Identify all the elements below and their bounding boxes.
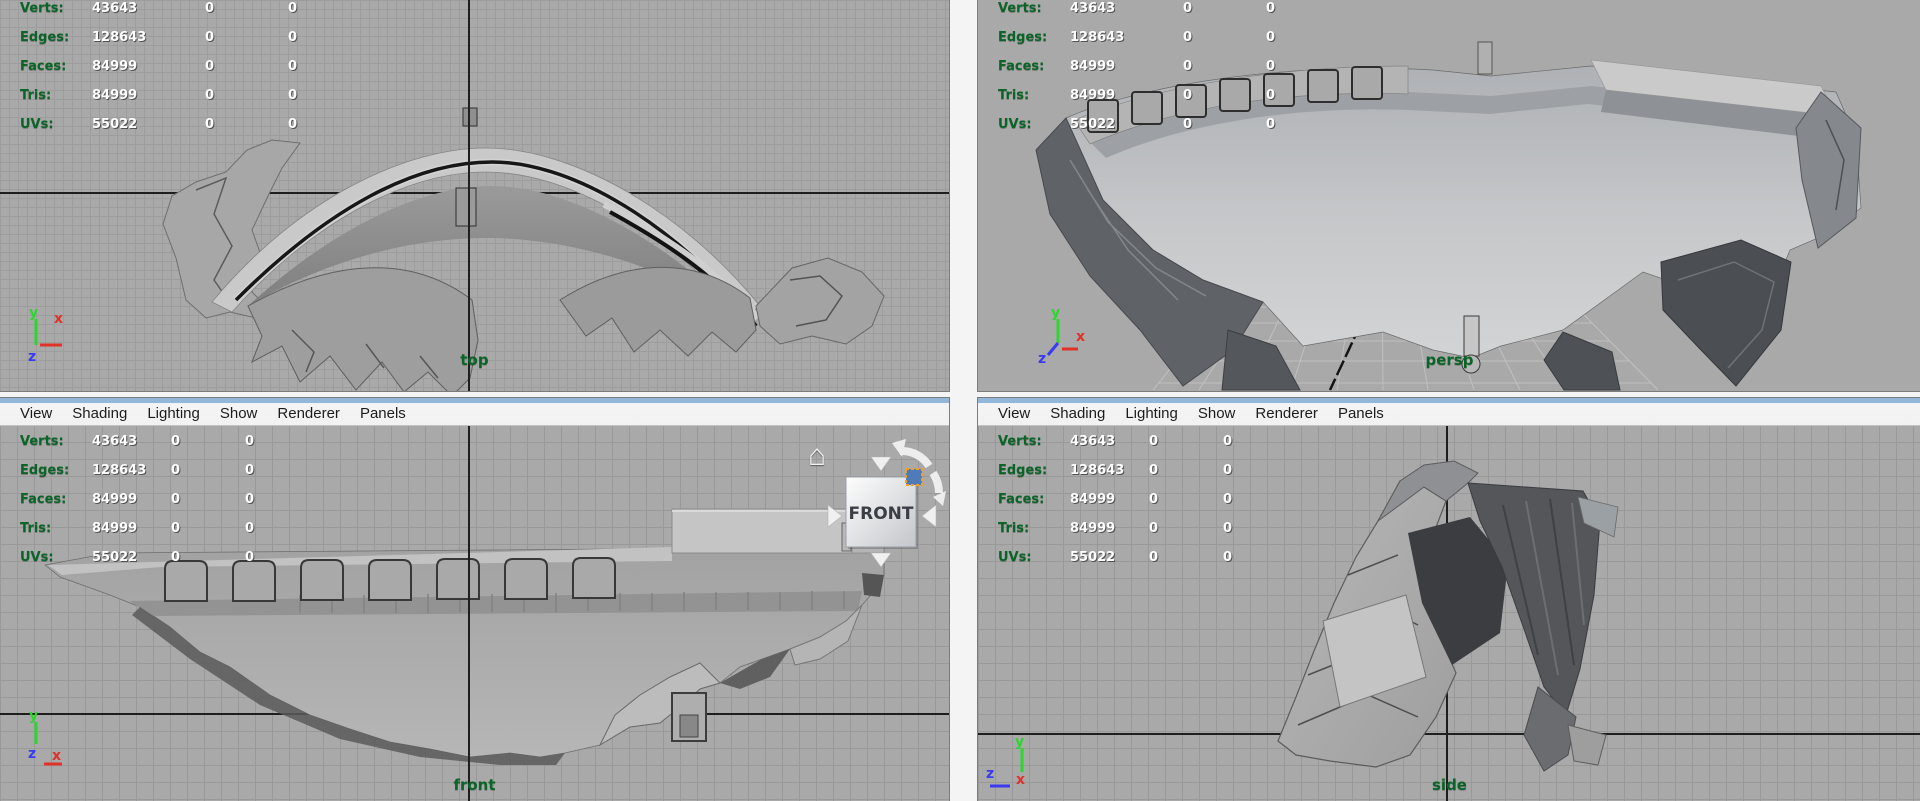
viewcube-arrow-down[interactable] [871, 553, 891, 567]
panel-menubar: View Shading Lighting Show Renderer Pane… [978, 398, 1920, 426]
menu-renderer[interactable]: Renderer [1245, 405, 1328, 425]
viewcube-rotate-left-icon[interactable] [900, 451, 929, 466]
grid-axis-vertical [468, 425, 470, 801]
mesh-top-view[interactable] [0, 0, 948, 391]
menu-panels[interactable]: Panels [350, 405, 416, 425]
menu-show[interactable]: Show [1188, 405, 1246, 425]
viewport-front[interactable]: View Shading Lighting Show Renderer Pane… [0, 397, 950, 801]
menu-view[interactable]: View [10, 405, 62, 425]
viewport-side[interactable]: View Shading Lighting Show Renderer Pane… [977, 397, 1920, 801]
viewport-name-label: side [978, 776, 1920, 794]
viewcube-front-label[interactable]: FRONT [849, 504, 914, 524]
viewport-name-label: persp [978, 351, 1920, 369]
menu-shading[interactable]: Shading [62, 405, 137, 425]
mesh-persp-view[interactable] [978, 0, 1920, 391]
menu-panels[interactable]: Panels [1328, 405, 1394, 425]
menu-lighting[interactable]: Lighting [1115, 405, 1188, 425]
viewcube-corner-handle[interactable] [906, 469, 922, 485]
mesh-side-view[interactable] [978, 425, 1920, 801]
viewport-name-label: front [0, 776, 949, 794]
viewport-side-content[interactable]: Verts:4364300 Edges:12864300 Faces:84999… [978, 425, 1920, 801]
viewport-persp-content[interactable]: Verts:4364300 Edges:12864300 Faces:84999… [978, 0, 1920, 391]
viewport-front-content[interactable]: Verts:4364300 Edges:12864300 Faces:84999… [0, 425, 949, 801]
menu-shading[interactable]: Shading [1040, 405, 1115, 425]
viewport-top-content[interactable]: Verts:4364300 Edges:12864300 Faces:84999… [0, 0, 949, 391]
viewcube-rotate-right-icon[interactable] [933, 473, 939, 493]
viewcube-arrow-right[interactable] [922, 505, 936, 527]
viewcube-arrow-left[interactable] [828, 505, 842, 527]
maya-four-view-workspace: Verts:4364300 Edges:12864300 Faces:84999… [0, 0, 1920, 801]
menu-view[interactable]: View [988, 405, 1040, 425]
grid-axis-vertical [468, 0, 470, 391]
menu-lighting[interactable]: Lighting [137, 405, 210, 425]
panel-menubar: View Shading Lighting Show Renderer Pane… [0, 398, 949, 426]
menu-show[interactable]: Show [210, 405, 268, 425]
menu-renderer[interactable]: Renderer [267, 405, 350, 425]
viewport-name-label: top [0, 351, 949, 369]
viewport-persp[interactable]: Verts:4364300 Edges:12864300 Faces:84999… [977, 0, 1920, 392]
viewcube-rotate-arrowhead[interactable] [933, 491, 946, 506]
viewcube-arrow-up[interactable] [871, 457, 891, 471]
viewcube-widget[interactable]: ⌂ FRONT [800, 429, 949, 589]
viewcube-home-icon[interactable]: ⌂ [808, 439, 826, 472]
viewport-top[interactable]: Verts:4364300 Edges:12864300 Faces:84999… [0, 0, 950, 392]
